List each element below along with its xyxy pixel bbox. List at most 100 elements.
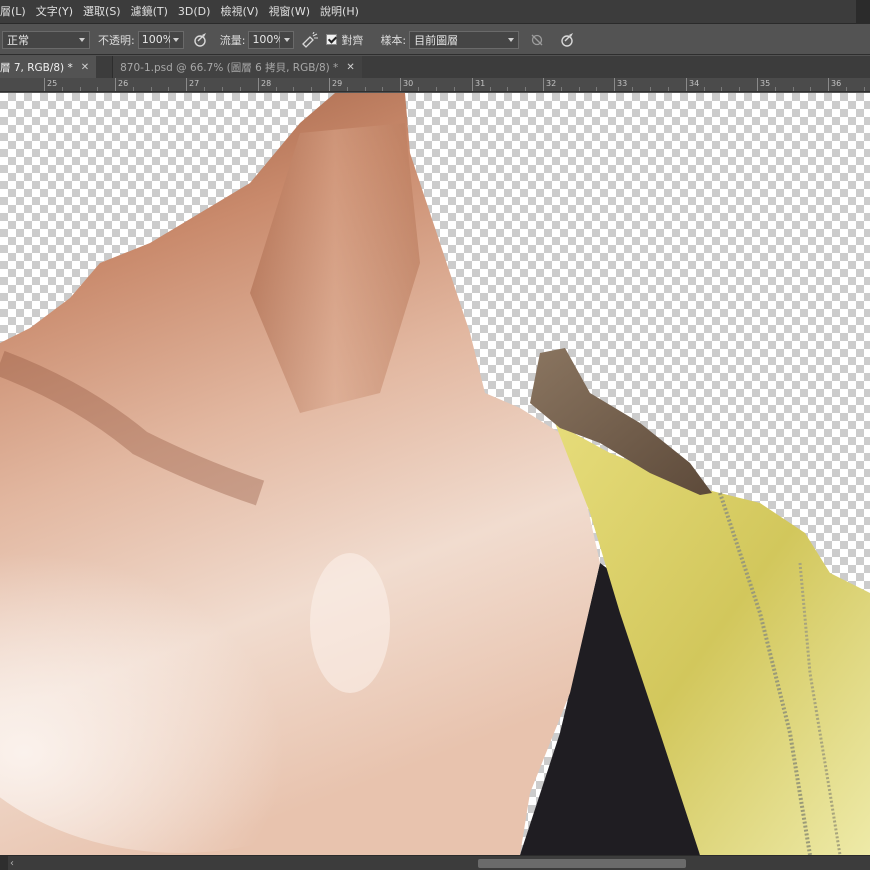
ruler-minor-tick <box>668 87 669 91</box>
ruler-minor-tick <box>418 87 419 91</box>
ruler-major-tick <box>543 78 544 91</box>
window-control[interactable] <box>856 0 870 24</box>
ruler-label: 33 <box>617 79 628 88</box>
ruler-minor-tick <box>793 87 794 91</box>
ruler-minor-tick <box>579 87 580 91</box>
sample-label: 樣本: <box>380 33 407 47</box>
ruler-label: 29 <box>332 79 343 88</box>
sternum-highlight <box>310 553 390 693</box>
menu-layer[interactable]: 層(L) <box>0 0 31 24</box>
ruler-minor-tick <box>365 87 366 91</box>
blend-mode-value: 正常 <box>7 33 29 47</box>
ruler-major-tick <box>757 78 758 91</box>
ruler-label: 27 <box>189 79 200 88</box>
ruler-minor-tick <box>311 87 312 91</box>
close-icon[interactable]: ✕ <box>81 62 89 73</box>
pen-pressure-size-icon[interactable] <box>557 30 577 50</box>
flow-input[interactable]: 100% <box>248 30 284 49</box>
ruler-minor-tick <box>276 87 277 91</box>
menu-select[interactable]: 選取(S) <box>78 0 126 24</box>
tab-document-active[interactable]: 層 7, RGB/8) * ✕ <box>0 56 97 78</box>
aligned-label: 對齊 <box>341 33 364 47</box>
ruler-minor-tick <box>739 87 740 91</box>
ruler-major-tick <box>828 78 829 91</box>
menu-window[interactable]: 視窗(W) <box>264 0 315 24</box>
scrollbar-thumb[interactable] <box>478 859 686 868</box>
menu-filter[interactable]: 濾鏡(T) <box>126 0 173 24</box>
ruler-minor-tick <box>561 87 562 91</box>
airbrush-icon[interactable] <box>300 30 320 50</box>
opacity-arrow[interactable] <box>169 30 184 49</box>
close-icon[interactable]: ✕ <box>346 62 354 73</box>
ruler-label: 28 <box>261 79 272 88</box>
ruler-major-tick <box>614 78 615 91</box>
chevron-down-icon <box>283 37 290 42</box>
ruler-major-tick <box>44 78 45 91</box>
horizontal-ruler[interactable]: 25 26 27 28 29 30 31 32 33 34 35 36 <box>0 78 870 92</box>
flow-arrow[interactable] <box>280 30 295 49</box>
ruler-minor-tick <box>62 87 63 91</box>
ruler-label: 25 <box>47 79 58 88</box>
ruler-minor-tick <box>151 87 152 91</box>
ruler-label: 31 <box>475 79 486 88</box>
scroll-left-arrow-icon[interactable]: ‹ <box>10 858 14 869</box>
opacity-label: 不透明: <box>98 33 135 47</box>
ruler-minor-tick <box>704 87 705 91</box>
ruler-minor-tick <box>382 87 383 91</box>
chevron-down-icon <box>173 37 180 42</box>
chevron-down-icon <box>508 37 515 42</box>
sample-value: 目前圖層 <box>414 33 459 47</box>
ruler-label: 30 <box>403 79 414 88</box>
tab-document-870-1[interactable]: 870-1.psd @ 66.7% (圖層 6 拷貝, RGB/8) * ✕ <box>112 56 362 78</box>
ruler-major-tick <box>472 78 473 91</box>
ruler-minor-tick <box>293 87 294 91</box>
ruler-label: 35 <box>760 79 771 88</box>
ruler-label: 32 <box>546 79 557 88</box>
document-tab-bar: 層 7, RGB/8) * ✕ 870-1.psd @ 66.7% (圖層 6 … <box>0 56 870 78</box>
flow-label: 流量: <box>219 33 246 47</box>
options-bar: 正常 不透明: 100% 流量: 100% 對齊 樣本: 目前圖層 <box>0 25 870 55</box>
ruler-label: 36 <box>831 79 842 88</box>
ruler-minor-tick <box>846 87 847 91</box>
document-canvas[interactable] <box>0 93 870 855</box>
ruler-minor-tick <box>525 87 526 91</box>
opacity-input[interactable]: 100% <box>137 30 173 49</box>
ruler-minor-tick <box>864 87 865 91</box>
horizontal-scrollbar[interactable]: ‹ <box>0 855 870 870</box>
ruler-minor-tick <box>133 87 134 91</box>
ruler-minor-tick <box>97 87 98 91</box>
menu-view[interactable]: 檢視(V) <box>215 0 263 24</box>
ruler-major-tick <box>686 78 687 91</box>
menu-type[interactable]: 文字(Y) <box>31 0 78 24</box>
ruler-major-tick <box>186 78 187 91</box>
ruler-minor-tick <box>632 87 633 91</box>
ruler-minor-tick <box>507 87 508 91</box>
ruler-major-tick <box>258 78 259 91</box>
ruler-major-tick <box>329 78 330 91</box>
ruler-label: 34 <box>689 79 700 88</box>
scrollbar-corner <box>0 856 8 870</box>
ruler-minor-tick <box>810 87 811 91</box>
aligned-checkbox[interactable] <box>326 34 338 45</box>
ruler-minor-tick <box>650 87 651 91</box>
blend-mode-dropdown[interactable]: 正常 <box>2 30 90 49</box>
ruler-major-tick <box>400 78 401 91</box>
ignore-adjustment-layers-icon[interactable] <box>527 30 547 50</box>
ruler-minor-tick <box>596 87 597 91</box>
ruler-minor-tick <box>240 87 241 91</box>
menu-help[interactable]: 說明(H) <box>315 0 364 24</box>
sample-dropdown[interactable]: 目前圖層 <box>409 30 520 49</box>
ruler-minor-tick <box>204 87 205 91</box>
ruler-minor-tick <box>436 87 437 91</box>
menu-3d[interactable]: 3D(D) <box>173 0 216 24</box>
menu-bar: 層(L) 文字(Y) 選取(S) 濾鏡(T) 3D(D) 檢視(V) 視窗(W)… <box>0 0 870 24</box>
ruler-minor-tick <box>222 87 223 91</box>
ruler-minor-tick <box>490 87 491 91</box>
image-layer <box>0 93 870 855</box>
chevron-down-icon <box>79 37 85 42</box>
ruler-major-tick <box>115 78 116 91</box>
tab-label: 層 7, RGB/8) * <box>0 61 73 74</box>
ruler-label: 26 <box>118 79 129 88</box>
pen-pressure-icon[interactable] <box>190 30 210 50</box>
ruler-minor-tick <box>347 87 348 91</box>
